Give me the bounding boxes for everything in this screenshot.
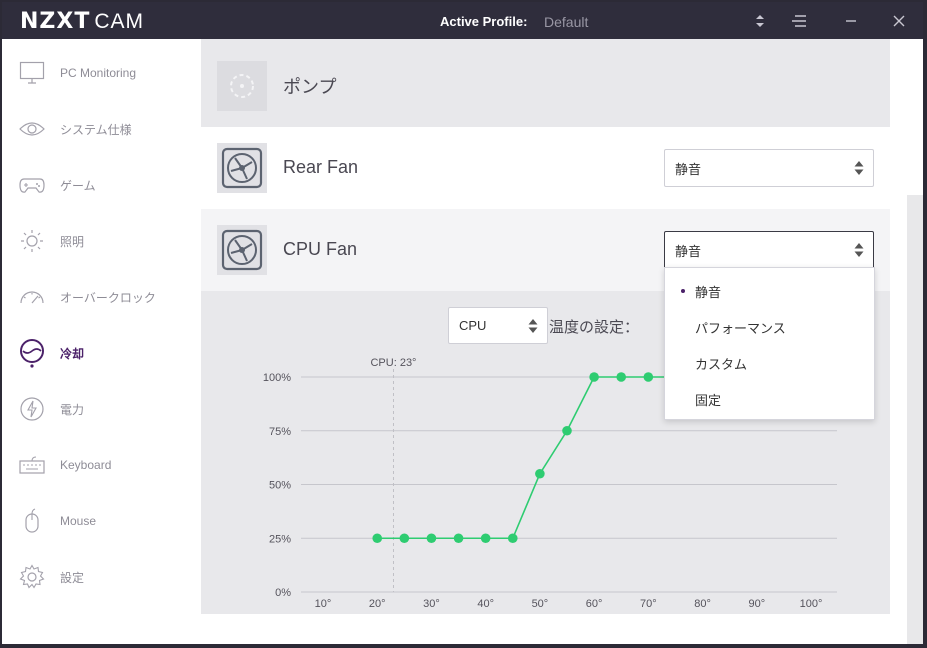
dropdown-option-silent[interactable]: 静音 [665,273,876,309]
x-tick-label: 10° [315,598,332,610]
sidebar-item-label: 電力 [60,402,85,417]
monitor-icon [18,59,46,87]
fan-icon [217,225,267,275]
dropdown-option-label: 固定 [695,392,722,408]
power-icon [18,395,46,423]
dropdown-option-label: パフォーマンス [695,320,786,336]
logo-brand: NZXT [20,9,91,34]
pump-icon [217,61,267,111]
sidebar-item-label: 照明 [60,234,85,249]
sort-arrows-icon[interactable] [749,10,771,32]
sidebar-item-overclock[interactable]: オーバークロック [2,277,201,317]
mode-dropdown-menu: 静音 パフォーマンス カスタム 固定 [664,267,875,420]
device-row-pump: ポンプ [201,45,890,127]
content-footer-space [201,614,907,644]
keyboard-icon [18,451,46,479]
sidebar-item-label: Keyboard [60,458,112,472]
y-tick-label: 75% [269,426,291,438]
cpu-temperature-label: CPU: 23° [370,357,416,369]
active-profile-label: Active Profile: [440,14,528,29]
sidebar-item-label: 設定 [60,570,85,585]
x-tick-label: 90° [748,598,765,610]
rear-fan-mode-value: 静音 [675,161,702,177]
app-window: NZXT CAM Active Profile: Default PC Monit… [2,2,923,644]
sidebar-item-pc-monitoring[interactable]: PC Monitoring [2,53,201,93]
sidebar-item-games[interactable]: ゲーム [2,165,201,205]
active-profile-value[interactable]: Default [544,14,588,30]
logo-product: CAM [94,10,145,33]
title-bar: NZXT CAM Active Profile: Default [2,2,923,39]
curve-point[interactable] [426,533,437,544]
gauge-icon [18,283,46,311]
curve-point[interactable] [616,372,627,382]
x-tick-label: 30° [423,598,440,610]
x-tick-label: 60° [586,598,603,610]
dropdown-option-label: カスタム [695,356,748,372]
sidebar-item-label: Mouse [60,514,97,528]
cpu-fan-mode-value: 静音 [675,243,702,259]
sidebar-item-system-specs[interactable]: システム仕様 [2,109,201,149]
rear-fan-title: Rear Fan [283,157,359,177]
curve-point[interactable] [507,533,518,544]
rear-fan-mode-select[interactable]: 静音 [664,149,874,187]
sidebar-item-mouse[interactable]: Mouse [2,501,201,541]
curve-point[interactable] [480,533,491,544]
selected-bullet-icon [681,289,685,293]
curve-point[interactable] [535,468,545,479]
sidebar-item-label: 冷却 [60,346,85,361]
sidebar-item-cooling[interactable]: 冷却 [2,333,201,373]
sidebar-item-label: PC Monitoring [60,66,137,80]
app-logo: NZXT CAM [20,9,144,34]
sidebar-item-label: ゲーム [60,178,96,193]
mouse-icon [18,507,46,535]
select-arrows-icon [854,161,864,175]
device-row-rear-fan: Rear Fan 静音 [201,127,890,209]
x-tick-label: 100° [800,598,823,610]
x-tick-label: 40° [477,598,494,610]
curve-point[interactable] [399,533,410,544]
sidebar-item-label: オーバークロック [60,290,156,305]
sidebar-item-label: システム仕様 [60,122,132,137]
minimize-icon[interactable] [840,10,862,32]
gear-icon [18,563,46,591]
x-tick-label: 80° [694,598,711,610]
x-tick-label: 50° [532,598,549,610]
sidebar-item-power[interactable]: 電力 [2,389,201,429]
sidebar: PC Monitoring システム仕様 ゲーム 照明 オーバークロック 冷却 … [2,39,201,644]
curve-point[interactable] [562,425,572,436]
x-tick-label: 20° [369,598,386,610]
sidebar-item-settings[interactable]: 設定 [2,557,201,597]
curve-point[interactable] [372,533,383,544]
curve-point[interactable] [589,372,599,382]
x-tick-label: 70° [640,598,657,610]
sidebar-item-keyboard[interactable]: Keyboard [2,445,201,485]
fan-icon [217,143,267,193]
dropdown-option-label: 静音 [695,284,722,300]
gamepad-icon [18,171,46,199]
pump-title: ポンプ [283,77,337,97]
y-tick-label: 100% [263,372,291,384]
curve-point[interactable] [643,372,654,382]
menu-icon[interactable] [788,10,810,32]
dropdown-option-custom[interactable]: カスタム [665,345,876,381]
dropdown-option-fixed[interactable]: 固定 [665,381,876,417]
scrollbar[interactable] [907,195,923,644]
eye-icon [18,115,46,143]
y-tick-label: 50% [269,480,291,492]
dropdown-option-performance[interactable]: パフォーマンス [665,309,876,345]
cpu-fan-title: CPU Fan [283,239,358,259]
fan-curve-line [377,376,676,540]
sidebar-item-lighting[interactable]: 照明 [2,221,201,261]
close-icon[interactable] [888,10,910,32]
curve-point[interactable] [453,533,464,544]
sun-icon [18,227,46,255]
cpu-fan-mode-select[interactable]: 静音 [664,231,874,269]
y-tick-label: 0% [275,587,291,599]
cooling-icon [18,339,46,368]
select-arrows-icon [854,243,864,257]
y-tick-label: 25% [269,533,291,545]
